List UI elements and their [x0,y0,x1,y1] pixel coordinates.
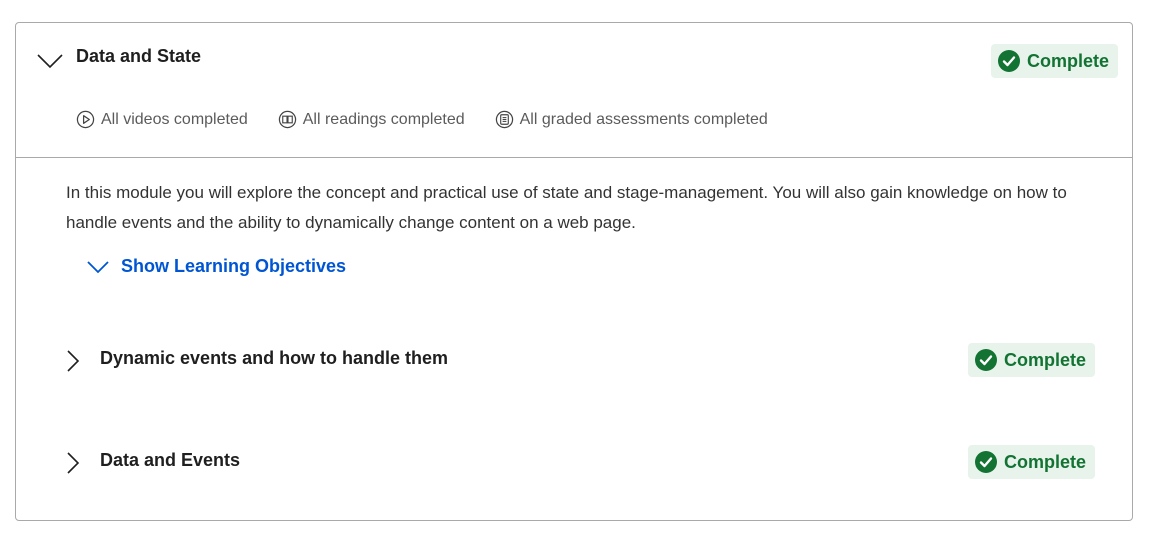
completion-summary: All videos completed All readings comple… [76,110,798,129]
status-badge: Complete [968,343,1096,377]
chevron-right-icon[interactable] [66,451,80,475]
readings-summary: All readings completed [278,110,465,129]
lesson-row[interactable]: Data and Events Complete [16,442,1132,482]
play-circle-icon [76,110,95,129]
chevron-right-icon[interactable] [66,349,80,373]
status-label: Complete [1004,451,1087,472]
check-circle-icon [975,349,997,371]
chevron-down-icon [87,260,109,273]
assessments-summary: All graded assessments completed [495,110,768,129]
module-header[interactable]: Data and State Complete All videos compl… [16,23,1132,158]
videos-summary: All videos completed [76,110,248,129]
readings-summary-label: All readings completed [302,110,465,128]
module-description: In this module you will explore the conc… [66,183,1067,232]
list-icon [495,110,513,129]
lesson-title[interactable]: Dynamic events and how to handle them [100,348,448,369]
status-badge: Complete [968,445,1096,479]
status-label: Complete [1004,349,1087,370]
module-title[interactable]: Data and State [76,46,201,67]
videos-summary-label: All videos completed [101,110,248,128]
lesson-row[interactable]: Dynamic events and how to handle them Co… [16,340,1132,380]
assessments-summary-label: All graded assessments completed [519,110,768,128]
status-badge: Complete [991,44,1119,78]
chevron-down-icon[interactable] [36,50,64,70]
lesson-title[interactable]: Data and Events [100,450,240,471]
show-learning-objectives-button[interactable]: Show Learning Objectives [86,256,346,277]
book-icon [278,110,296,129]
show-learning-objectives-label[interactable]: Show Learning Objectives [121,256,346,277]
check-circle-icon [975,451,997,473]
check-circle-icon [998,50,1020,72]
module-card: Data and State Complete All videos compl… [15,22,1133,521]
status-label: Complete [1027,50,1110,71]
